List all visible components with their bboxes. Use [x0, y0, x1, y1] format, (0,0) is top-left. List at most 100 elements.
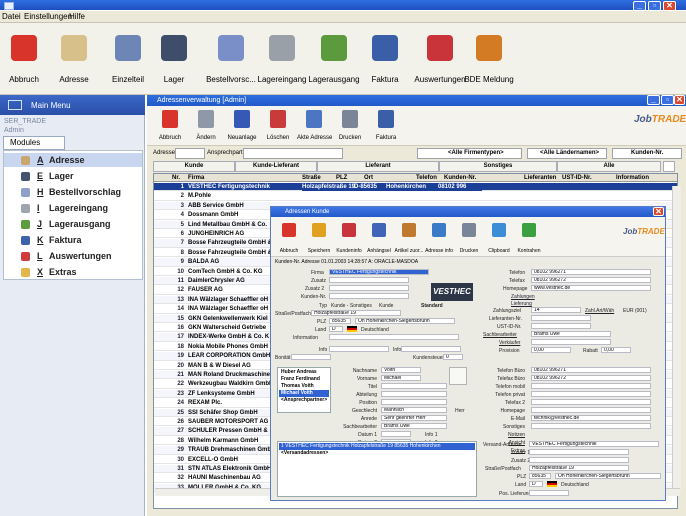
adr-tool-l-schen[interactable]: Löschen	[261, 106, 295, 146]
address-list-item[interactable]: <Versandadressen>	[279, 450, 475, 457]
module-extras[interactable]: X Extras	[4, 265, 142, 279]
adr-tool-neuanlage[interactable]: Neuanlage	[225, 106, 259, 146]
toolbar-button-bde-meldung[interactable]: BDE Meldung	[462, 23, 516, 95]
comm-telefon_mobil-input[interactable]	[531, 383, 651, 389]
tab-sonstiges[interactable]: Sonstiges	[439, 161, 557, 172]
telefax-input[interactable]: 08102 996272	[531, 277, 651, 283]
versand-zusatz2-input[interactable]	[529, 457, 629, 463]
col-nr[interactable]: Nr.	[172, 174, 180, 182]
ort-input[interactable]: Oh Hohenkirchen-Siegertsbrunn	[355, 318, 455, 324]
module-faktura[interactable]: K Faktura	[4, 233, 142, 247]
adr-maximize-button[interactable]: ▫	[661, 95, 674, 105]
module-bestellvorschlag[interactable]: H Bestellvorschlag	[4, 185, 142, 199]
tab-kunde-lieferant[interactable]: Kunde-Lieferant	[235, 161, 317, 172]
contact-nachname-input[interactable]: Voith	[381, 367, 421, 373]
adr-tool-abbruch[interactable]: Abbruch	[153, 106, 187, 146]
comm-telefax_buero-input[interactable]: 08102 996272	[531, 375, 651, 381]
menu-datei[interactable]: Datei	[2, 12, 21, 21]
contact-list-item[interactable]: Thomas Voith	[279, 383, 329, 390]
dialog-tool-kontrahen[interactable]: Kontrahen	[517, 217, 541, 257]
dialog-tool-kundeninfo[interactable]: Kundeninfo	[336, 217, 362, 257]
close-button[interactable]: ✕	[663, 1, 676, 11]
toolbar-button-faktura[interactable]: Faktura	[363, 23, 407, 95]
label-sachbearbeiter[interactable]: Sachbearbeiter	[483, 332, 517, 338]
toolbar-button-auswertungen[interactable]: Auswertungen	[412, 23, 468, 95]
comm-telefon_privat-input[interactable]	[531, 391, 651, 397]
dialog-tool-anh-ngsel[interactable]: Anhängsel	[367, 217, 391, 257]
col-strasse[interactable]: Straße	[302, 174, 321, 182]
zahlungsziel-input[interactable]: 14	[531, 307, 581, 313]
toolbar-button-bestellvorsc[interactable]: Bestellvorsc...	[202, 23, 260, 95]
ustid-input[interactable]	[531, 323, 591, 329]
col-lieferanten[interactable]: Lieferanten	[524, 174, 556, 182]
col-ustid[interactable]: UST-ID-Nr.	[562, 174, 592, 182]
plz-input[interactable]: 85635	[329, 318, 351, 324]
strasse-input[interactable]: Holzapfelstraße 19	[311, 310, 401, 316]
lieferung-link[interactable]: Lieferung	[511, 301, 532, 307]
adr-tool-drucken[interactable]: Drucken	[333, 106, 367, 146]
comm-email-input[interactable]: technik@vesthec.de	[531, 415, 651, 421]
info1-input[interactable]	[329, 346, 389, 352]
verkaeufer-input[interactable]	[531, 339, 611, 345]
versand-plz-input[interactable]: 85635	[529, 473, 551, 479]
dialog-tool-clipboard[interactable]: Clipboard	[487, 217, 511, 257]
col-telefon[interactable]: Telefon	[416, 174, 437, 182]
adr-close-button[interactable]: ✕	[674, 95, 685, 105]
versand-strasse-input[interactable]: Holzapfelstraße 19	[529, 465, 629, 471]
versand-land-input[interactable]: D	[529, 481, 543, 487]
address-list-item[interactable]: 1 VESTHEC Fertigungstechnik Holzapfelstr…	[279, 443, 475, 450]
toolbar-button-lager[interactable]: Lager	[152, 23, 196, 95]
toolbar-button-adresse[interactable]: Adresse	[52, 23, 96, 95]
contact-geschlecht-input[interactable]: Männlich	[381, 407, 447, 413]
bonitaet-input[interactable]	[291, 354, 331, 360]
contact-sachbearbeiter-input[interactable]: Brams Uwe	[381, 423, 447, 429]
contact-position-input[interactable]	[381, 399, 447, 405]
rabatt-input[interactable]: 0,00	[601, 347, 631, 353]
contact-list-item[interactable]: Franz Ferdinand	[279, 376, 329, 383]
tab-kunde[interactable]: Kunde	[153, 161, 235, 172]
col-firma[interactable]: Firma	[188, 174, 204, 182]
col-kundennr[interactable]: Kunden-Nr.	[444, 174, 476, 182]
adr-tool--ndern[interactable]: Ändern	[189, 106, 223, 146]
toolbar-button-lagerausgang[interactable]: Lagerausgang	[307, 23, 361, 95]
versand-zusatz1-input[interactable]	[529, 449, 629, 455]
toolbar-button-lagereingang[interactable]: Lagereingang	[255, 23, 309, 95]
zusatz-input[interactable]	[329, 277, 409, 283]
comm-homepage-input[interactable]	[531, 407, 651, 413]
kundennr-select[interactable]: Kunden-Nr.	[612, 148, 682, 159]
sachbearbeiter-input[interactable]: Brams Uwe	[531, 331, 611, 337]
tab-alle[interactable]: Alle	[557, 161, 661, 172]
firmentyp-select[interactable]: <Alle Firmentypen>	[417, 148, 522, 159]
contact-list-item[interactable]: Huber Andreas	[279, 369, 329, 376]
menu-hilfe[interactable]: Hilfe	[69, 12, 85, 21]
contact-vorname-input[interactable]: Michael	[381, 375, 421, 381]
versand-firma-input[interactable]: VESTHEC Fertigungstechnik	[529, 441, 659, 447]
minimize-button[interactable]: _	[633, 1, 646, 11]
menu-einstellungen[interactable]: Einstellungen	[24, 12, 72, 21]
module-lager[interactable]: E Lager	[4, 169, 142, 183]
dialog-tool-abbruch[interactable]: Abbruch	[277, 217, 301, 257]
adr-minimize-button[interactable]: _	[647, 95, 660, 105]
tab-extra-box[interactable]	[663, 161, 675, 172]
tab-lieferant[interactable]: Lieferant	[317, 161, 439, 172]
module-lagerausgang[interactable]: J Lagerausgang	[4, 217, 142, 231]
adresse-filter-input[interactable]	[175, 148, 205, 159]
col-information[interactable]: Information	[616, 174, 649, 182]
contact-anrede-input[interactable]: Sehr geehrter Herr	[381, 415, 447, 421]
bonitaet-value[interactable]: 0	[443, 354, 463, 360]
laender-select[interactable]: <Alle Ländernamen>	[527, 148, 607, 159]
module-lagereingang[interactable]: I Lagereingang	[4, 201, 142, 215]
comm-sonstiges-input[interactable]	[531, 423, 651, 429]
versand-lieferung-input[interactable]	[529, 490, 569, 496]
label-verkaeufer[interactable]: Verkäufer	[499, 340, 520, 346]
table-row[interactable]: 2 M.Pohle	[154, 192, 677, 201]
provision-input[interactable]: 0,00	[531, 347, 571, 353]
zahlungsart-label[interactable]: Zahl.Art/Wäh	[585, 308, 614, 314]
lieferantennr-input[interactable]	[531, 315, 591, 321]
info2-input[interactable]	[401, 346, 461, 352]
toolbar-button-einzelteil[interactable]: Einzelteil	[102, 23, 154, 95]
firma-input[interactable]: VESTHEC Fertigungstechnik	[329, 269, 429, 275]
ansprechpartner-input[interactable]	[243, 148, 343, 159]
standard-value[interactable]: Standard	[421, 303, 443, 309]
versand-ort-input[interactable]: Oh Hohenkirchen-Siegertsbrunn	[555, 473, 661, 479]
